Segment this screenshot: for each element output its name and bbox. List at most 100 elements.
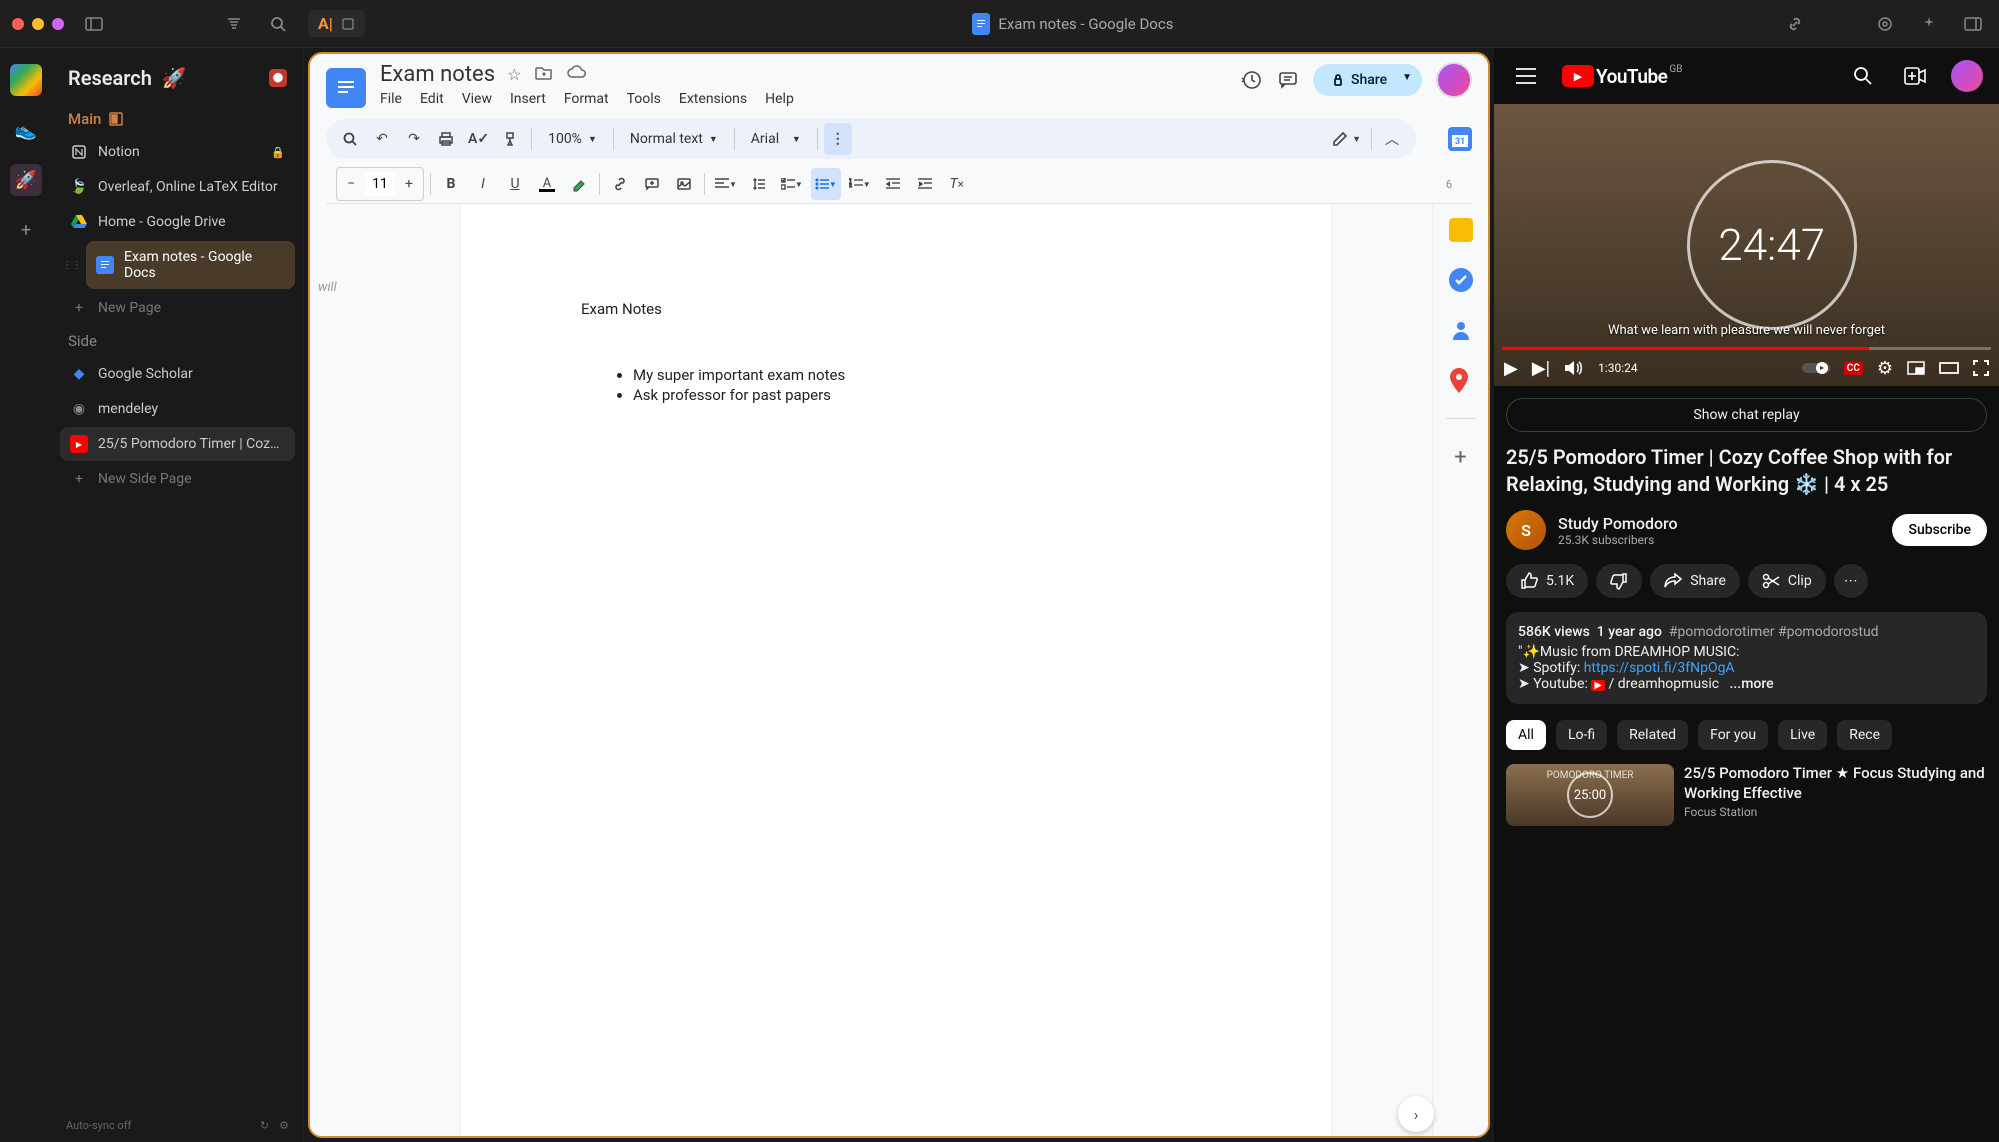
- like-button[interactable]: 5.1K: [1506, 564, 1588, 598]
- clip-button[interactable]: Clip: [1748, 564, 1826, 598]
- more-actions-button[interactable]: ⋯: [1834, 564, 1868, 598]
- subscribe-button[interactable]: Subscribe: [1892, 514, 1987, 546]
- recommended-video[interactable]: POMODORO TIMER 25:00 25/5 Pomodoro Timer…: [1506, 764, 1987, 826]
- share-button[interactable]: Share: [1650, 564, 1740, 598]
- spotify-link[interactable]: https://spoti.fi/3fNpOgA: [1584, 660, 1735, 676]
- calendar-app-icon[interactable]: 31: [1448, 127, 1472, 151]
- doc-title[interactable]: Exam notes: [380, 62, 495, 87]
- increase-font-icon[interactable]: +: [395, 168, 423, 200]
- move-folder-icon[interactable]: [535, 65, 553, 84]
- chip-recent[interactable]: Rece: [1837, 720, 1892, 750]
- channel-avatar[interactable]: S: [1506, 510, 1546, 550]
- redo-icon[interactable]: ↷: [400, 123, 428, 155]
- new-side-page-button[interactable]: + New Side Page: [60, 462, 295, 496]
- menu-format[interactable]: Format: [564, 91, 609, 107]
- bullet-item[interactable]: Ask professor for past papers: [633, 386, 1211, 404]
- bold-icon[interactable]: B: [437, 168, 465, 200]
- address-bar[interactable]: A|: [308, 10, 365, 37]
- align-icon[interactable]: ▼: [711, 168, 741, 200]
- more-tools-icon[interactable]: ⋮: [824, 123, 852, 155]
- zoom-select[interactable]: 100% ▼: [538, 131, 607, 147]
- search-icon[interactable]: [1847, 60, 1879, 92]
- workspace-icon-shoe[interactable]: 👟: [10, 114, 42, 146]
- bullet-list-icon[interactable]: ▼: [811, 168, 841, 200]
- add-comment-icon[interactable]: [638, 168, 666, 200]
- style-select[interactable]: Normal text ▼: [620, 131, 728, 147]
- side-section-label[interactable]: Side: [60, 326, 295, 356]
- tornado-icon[interactable]: [220, 10, 248, 38]
- contacts-app-icon[interactable]: [1449, 318, 1473, 342]
- sidebar-item-mendeley[interactable]: ◉ mendeley: [60, 392, 295, 426]
- spellcheck-icon[interactable]: A✓: [464, 123, 493, 155]
- print-icon[interactable]: [432, 123, 460, 155]
- sidebar-item-scholar[interactable]: ◆ Google Scholar: [60, 357, 295, 391]
- fullscreen-icon[interactable]: [1973, 360, 1989, 376]
- tasks-app-icon[interactable]: [1449, 268, 1473, 292]
- maps-app-icon[interactable]: [1449, 368, 1473, 392]
- chip-all[interactable]: All: [1506, 720, 1546, 750]
- youtube-logo[interactable]: ▶ YouTube GB: [1562, 65, 1682, 88]
- chip-lofi[interactable]: Lo-fi: [1556, 720, 1607, 750]
- share-dropdown[interactable]: ▼: [1392, 64, 1422, 96]
- keep-app-icon[interactable]: [1449, 218, 1473, 242]
- italic-icon[interactable]: I: [469, 168, 497, 200]
- channel-name[interactable]: Study Pomodoro: [1558, 514, 1880, 533]
- decrease-indent-icon[interactable]: [879, 168, 907, 200]
- doc-heading[interactable]: Exam Notes: [581, 300, 1211, 318]
- clear-format-icon[interactable]: T×: [943, 168, 971, 200]
- editing-mode-icon[interactable]: ▼: [1328, 123, 1365, 155]
- menu-file[interactable]: File: [380, 91, 402, 107]
- comments-icon[interactable]: [1277, 69, 1299, 91]
- menu-insert[interactable]: Insert: [510, 91, 546, 107]
- link-icon[interactable]: [1781, 10, 1809, 38]
- underline-icon[interactable]: U: [501, 168, 529, 200]
- next-icon[interactable]: ▶|: [1532, 358, 1550, 379]
- close-window[interactable]: [12, 18, 24, 30]
- captions-icon[interactable]: CC: [1844, 362, 1863, 375]
- hashtags[interactable]: #pomodorotimer #pomodorostud: [1669, 624, 1879, 640]
- sparkle-icon[interactable]: [1915, 10, 1943, 38]
- create-icon[interactable]: [1899, 60, 1931, 92]
- search-icon[interactable]: [264, 10, 292, 38]
- sidebar-item-overleaf[interactable]: 🍃 Overleaf, Online LaTeX Editor: [60, 170, 295, 204]
- menu-view[interactable]: View: [462, 91, 492, 107]
- star-icon[interactable]: ☆: [507, 65, 521, 84]
- chip-live[interactable]: Live: [1778, 720, 1827, 750]
- undo-icon[interactable]: ↶: [368, 123, 396, 155]
- user-avatar[interactable]: [1436, 62, 1472, 98]
- menu-extensions[interactable]: Extensions: [679, 91, 747, 107]
- sidebar-item-notion[interactable]: Notion 🔒: [60, 135, 295, 169]
- doc-page[interactable]: Exam Notes My super important exam notes…: [461, 204, 1331, 1136]
- line-spacing-icon[interactable]: [745, 168, 773, 200]
- paint-format-icon[interactable]: [497, 123, 525, 155]
- font-select[interactable]: Arial ▼: [741, 131, 811, 147]
- autoplay-toggle[interactable]: [1802, 361, 1830, 375]
- dislike-button[interactable]: [1596, 564, 1642, 598]
- description-box[interactable]: 586K views 1 year ago #pomodorotimer #po…: [1506, 612, 1987, 704]
- highlight-icon[interactable]: [565, 168, 593, 200]
- menu-edit[interactable]: Edit: [420, 91, 444, 107]
- history-icon[interactable]: ↻: [260, 1119, 269, 1132]
- add-workspace-icon[interactable]: +: [10, 214, 42, 246]
- maximize-window[interactable]: [52, 18, 64, 30]
- chip-foryou[interactable]: For you: [1698, 720, 1768, 750]
- play-icon[interactable]: ▶: [1504, 358, 1518, 379]
- volume-icon[interactable]: [1564, 359, 1584, 377]
- cloud-status-icon[interactable]: [567, 65, 587, 84]
- minimize-window[interactable]: [32, 18, 44, 30]
- menu-tools[interactable]: Tools: [627, 91, 661, 107]
- chip-related[interactable]: Related: [1617, 720, 1688, 750]
- miniplayer-icon[interactable]: [1907, 361, 1925, 375]
- explore-icon[interactable]: ›: [1398, 1096, 1434, 1132]
- main-section-label[interactable]: Main: [60, 104, 295, 134]
- sidebar-item-gdrive[interactable]: Home - Google Drive: [60, 205, 295, 239]
- sidebar-toggle-icon[interactable]: [80, 10, 108, 38]
- drag-handle-icon[interactable]: ⋮⋮: [60, 260, 82, 271]
- chat-replay-button[interactable]: Show chat replay: [1506, 398, 1987, 432]
- show-more[interactable]: ...more: [1730, 676, 1774, 692]
- rec-thumbnail[interactable]: POMODORO TIMER 25:00: [1506, 764, 1674, 826]
- sidebar-item-pomodoro[interactable]: ▶ 25/5 Pomodoro Timer | Cozy...: [60, 427, 295, 461]
- split-view-icon[interactable]: [1959, 10, 1987, 38]
- app-logo[interactable]: [10, 64, 42, 96]
- video-player[interactable]: 24:47 What we learn with pleasure we wil…: [1494, 104, 1999, 386]
